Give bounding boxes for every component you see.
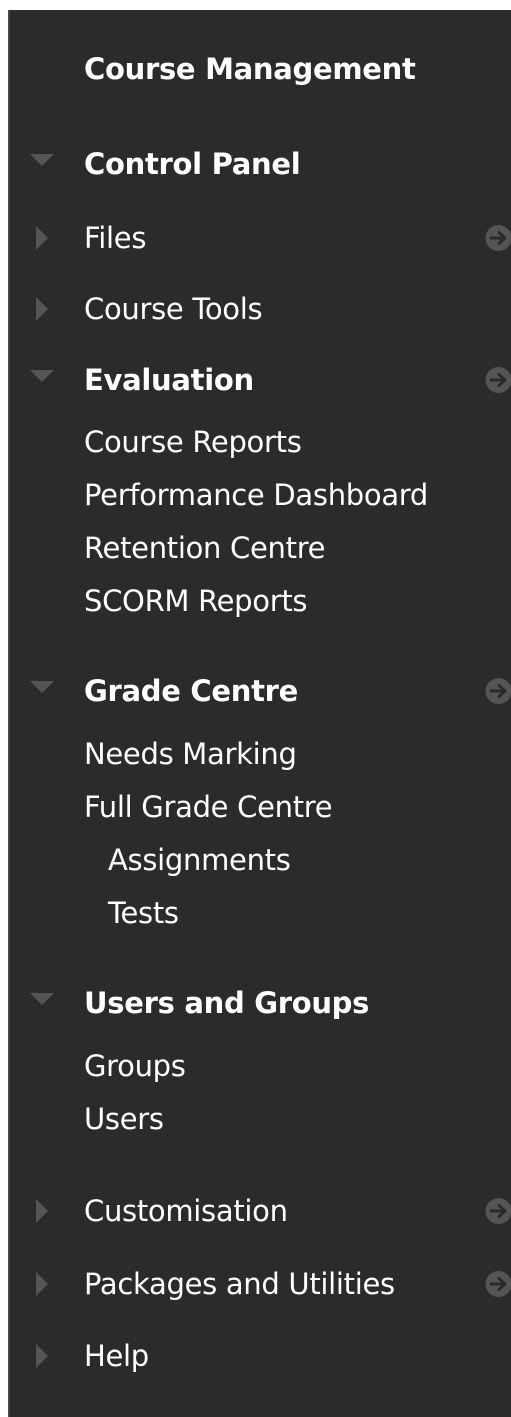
section-evaluation[interactable]: Evaluation	[10, 355, 511, 405]
triangle-down-icon[interactable]	[30, 370, 54, 382]
section-label-users-and-groups[interactable]: Users and Groups	[84, 986, 369, 1020]
panel-title-row: Course Management	[10, 44, 511, 94]
menu-label-files[interactable]: Files	[84, 221, 146, 255]
triangle-right-icon[interactable]	[36, 297, 48, 321]
menu-label-groups[interactable]: Groups	[84, 1049, 186, 1083]
menu-label-help[interactable]: Help	[84, 1339, 149, 1373]
menu-item-course-reports[interactable]: Course Reports	[10, 417, 511, 467]
triangle-right-icon[interactable]	[36, 1272, 48, 1296]
menu-item-performance-dashboard[interactable]: Performance Dashboard	[10, 470, 511, 520]
menu-label-performance-dashboard[interactable]: Performance Dashboard	[84, 478, 428, 512]
menu-item-assignments[interactable]: Assignments	[10, 835, 511, 885]
menu-item-tests[interactable]: Tests	[10, 888, 511, 938]
menu-item-files[interactable]: Files	[10, 213, 511, 263]
section-label-evaluation[interactable]: Evaluation	[84, 363, 254, 397]
menu-item-scorm-reports[interactable]: SCORM Reports	[10, 576, 511, 626]
triangle-right-icon[interactable]	[36, 1344, 48, 1368]
menu-item-groups[interactable]: Groups	[10, 1041, 511, 1091]
arrow-right-circle-icon[interactable]	[484, 224, 511, 253]
section-grade-centre[interactable]: Grade Centre	[10, 666, 511, 716]
section-label-control-panel[interactable]: Control Panel	[84, 147, 301, 181]
menu-label-course-tools[interactable]: Course Tools	[84, 292, 263, 326]
menu-item-help[interactable]: Help	[10, 1331, 511, 1381]
triangle-down-icon[interactable]	[30, 154, 54, 166]
arrow-right-circle-icon[interactable]	[484, 1270, 511, 1299]
arrow-right-circle-icon[interactable]	[484, 1197, 511, 1226]
menu-label-scorm-reports[interactable]: SCORM Reports	[84, 584, 308, 618]
triangle-down-icon[interactable]	[30, 993, 54, 1005]
menu-label-tests[interactable]: Tests	[108, 896, 179, 930]
triangle-right-icon[interactable]	[36, 1199, 48, 1223]
triangle-right-icon[interactable]	[36, 226, 48, 250]
section-users-and-groups[interactable]: Users and Groups	[10, 978, 511, 1028]
triangle-down-icon[interactable]	[30, 681, 54, 693]
menu-label-users[interactable]: Users	[84, 1102, 164, 1136]
menu-item-needs-marking[interactable]: Needs Marking	[10, 729, 511, 779]
section-label-grade-centre[interactable]: Grade Centre	[84, 674, 298, 708]
section-control-panel[interactable]: Control Panel	[10, 139, 511, 189]
menu-label-customisation[interactable]: Customisation	[84, 1194, 288, 1228]
menu-label-course-reports[interactable]: Course Reports	[84, 425, 302, 459]
menu-item-packages-and-utilities[interactable]: Packages and Utilities	[10, 1259, 511, 1309]
menu-item-users[interactable]: Users	[10, 1094, 511, 1144]
arrow-right-circle-icon[interactable]	[484, 677, 511, 706]
menu-label-full-grade-centre[interactable]: Full Grade Centre	[84, 790, 333, 824]
menu-item-full-grade-centre[interactable]: Full Grade Centre	[10, 782, 511, 832]
arrow-right-circle-icon[interactable]	[484, 366, 511, 395]
panel-title: Course Management	[84, 52, 416, 86]
menu-label-retention-centre[interactable]: Retention Centre	[84, 531, 326, 565]
menu-item-course-tools[interactable]: Course Tools	[10, 284, 511, 334]
menu-label-packages-and-utilities[interactable]: Packages and Utilities	[84, 1267, 395, 1301]
menu-label-assignments[interactable]: Assignments	[108, 843, 291, 877]
menu-item-customisation[interactable]: Customisation	[10, 1186, 511, 1236]
menu-label-needs-marking[interactable]: Needs Marking	[84, 737, 297, 771]
menu-item-retention-centre[interactable]: Retention Centre	[10, 523, 511, 573]
course-management-panel: Course Management Control Panel Files Co…	[8, 10, 511, 1417]
